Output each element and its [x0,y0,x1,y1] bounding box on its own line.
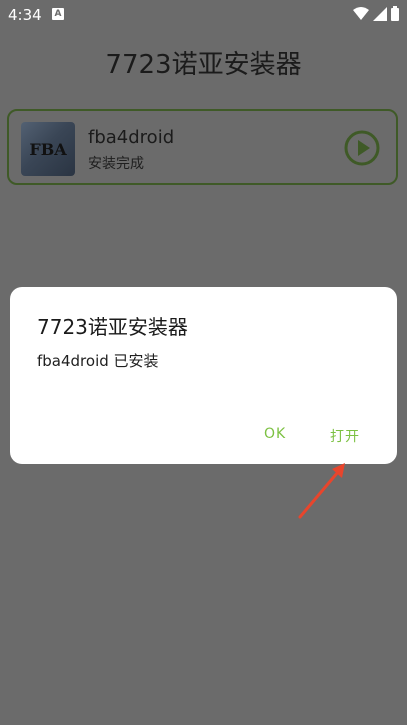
annotation-arrow-icon [298,463,345,519]
